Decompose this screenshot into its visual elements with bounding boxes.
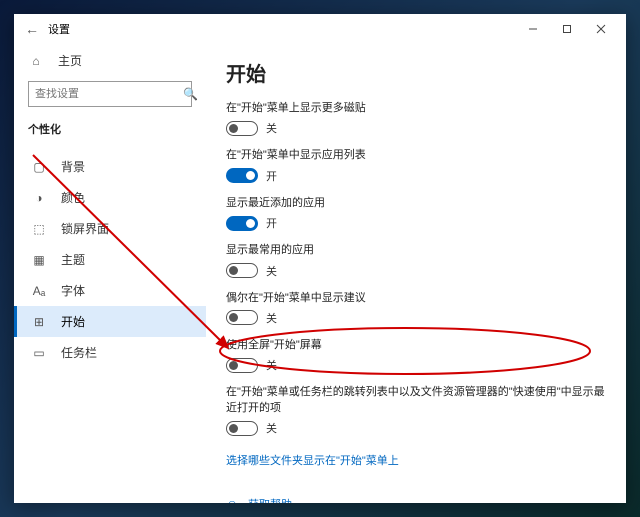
content-pane: 开始 在"开始"菜单上显示更多磁贴关在"开始"菜单中显示应用列表开显示最近添加的… [206,44,626,503]
sidebar: ⌂ 主页 🔍 个性化 ▢ 背景 ◑ 颜色 ⬚ 锁屏界面 ▦ 主题 Aₐ 字体 ⊞ 开始 ▭ 任务栏 [14,44,206,503]
sidebar-item-taskbar[interactable]: ▭ 任务栏 [14,337,206,368]
window-body: ⌂ 主页 🔍 个性化 ▢背景◑颜色⬚锁屏界面▦主题Aₐ字体⊞开始▭任务栏 开始 … [14,44,626,503]
page-title: 开始 [226,58,606,87]
toggle-switch[interactable] [226,121,258,136]
toggle-row: 开 [226,168,606,184]
sidebar-item-lockscreen[interactable]: ⬚ 锁屏界面 [14,213,206,244]
search-input[interactable] [29,88,183,100]
toggle-state-label: 开 [266,168,277,184]
toggle-switch[interactable] [226,168,258,183]
toggle-knob [246,171,255,180]
maximize-icon [562,24,572,34]
setting-item: 使用全屏"开始"屏幕关 [226,338,606,373]
setting-label: 在"开始"菜单中显示应用列表 [226,148,606,163]
setting-label: 显示最常用的应用 [226,243,606,258]
back-button[interactable]: ← [22,14,42,44]
toggle-state-label: 关 [266,310,277,326]
sidebar-item-font[interactable]: Aₐ 字体 [14,275,206,306]
setting-label: 在"开始"菜单上显示更多磁贴 [226,101,606,116]
toggle-knob [229,361,238,370]
sidebar-item-label: 开始 [61,313,85,330]
palette-icon: ◑ [31,191,47,205]
sidebar-item-theme[interactable]: ▦ 主题 [14,244,206,275]
search-box[interactable]: 🔍 [28,81,192,107]
titlebar: ← 设置 [14,14,626,44]
toggle-knob [229,266,238,275]
setting-item: 显示最近添加的应用开 [226,196,606,231]
toggle-row: 开 [226,215,606,231]
sidebar-item-label: 锁屏界面 [61,220,109,237]
close-icon [596,24,606,34]
sidebar-home[interactable]: ⌂ 主页 [14,44,206,79]
get-help-label: 获取帮助 [248,496,292,503]
sidebar-item-start[interactable]: ⊞ 开始 [14,306,206,337]
window-title: 设置 [48,21,70,37]
search-icon: 🔍 [183,87,198,101]
toggle-switch[interactable] [226,358,258,373]
sidebar-item-palette[interactable]: ◑ 颜色 [14,182,206,213]
toggle-state-label: 开 [266,215,277,231]
setting-label: 偶尔在"开始"菜单中显示建议 [226,291,606,306]
sidebar-item-picture[interactable]: ▢ 背景 [14,151,206,182]
toggle-knob [229,424,238,433]
get-help-link[interactable]: ☺ 获取帮助 [226,496,606,503]
setting-item: 在"开始"菜单或任务栏的跳转列表中以及文件资源管理器的"快速使用"中显示最近打开… [226,385,606,436]
toggle-switch[interactable] [226,310,258,325]
toggle-knob [246,219,255,228]
toggle-switch[interactable] [226,421,258,436]
sidebar-group-label: 个性化 [14,117,206,145]
font-icon: Aₐ [31,284,47,298]
setting-label: 使用全屏"开始"屏幕 [226,338,606,353]
sidebar-item-label: 字体 [61,282,85,299]
settings-list: 在"开始"菜单上显示更多磁贴关在"开始"菜单中显示应用列表开显示最近添加的应用开… [226,101,606,436]
toggle-row: 关 [226,120,606,136]
sidebar-item-label: 主题 [61,251,85,268]
toggle-row: 关 [226,263,606,279]
maximize-button[interactable] [550,14,584,44]
sidebar-item-label: 背景 [61,158,85,175]
lockscreen-icon: ⬚ [31,222,47,236]
toggle-switch[interactable] [226,263,258,278]
footer-links: ☺ 获取帮助 ✎ 提供反馈 [226,496,606,503]
theme-icon: ▦ [31,253,47,267]
start-icon: ⊞ [31,315,47,329]
home-icon: ⌂ [28,54,44,68]
setting-item: 显示最常用的应用关 [226,243,606,278]
setting-item: 偶尔在"开始"菜单中显示建议关 [226,291,606,326]
toggle-row: 关 [226,357,606,373]
setting-item: 在"开始"菜单中显示应用列表开 [226,148,606,183]
minimize-icon [528,24,538,34]
minimize-button[interactable] [516,14,550,44]
sidebar-home-label: 主页 [58,52,82,69]
toggle-switch[interactable] [226,216,258,231]
close-button[interactable] [584,14,618,44]
taskbar-icon: ▭ [31,346,47,360]
setting-item: 在"开始"菜单上显示更多磁贴关 [226,101,606,136]
toggle-state-label: 关 [266,357,277,373]
toggle-state-label: 关 [266,263,277,279]
toggle-knob [229,313,238,322]
toggle-row: 关 [226,310,606,326]
choose-folders-link[interactable]: 选择哪些文件夹显示在"开始"菜单上 [226,452,399,468]
toggle-row: 关 [226,420,606,436]
setting-label: 显示最近添加的应用 [226,196,606,211]
settings-window: ← 设置 ⌂ 主页 🔍 个性化 ▢ 背景 ◑ 颜色 ⬚ 锁屏界面 ▦ 主题 Aₐ 字体 ⊞ 开始 ▭ 任务… [14,14,626,503]
toggle-state-label: 关 [266,420,277,436]
picture-icon: ▢ [31,160,47,174]
toggle-state-label: 关 [266,120,277,136]
sidebar-item-label: 任务栏 [61,344,97,361]
setting-label: 在"开始"菜单或任务栏的跳转列表中以及文件资源管理器的"快速使用"中显示最近打开… [226,385,606,416]
help-icon: ☺ [226,497,240,503]
toggle-knob [229,124,238,133]
sidebar-nav: ▢ 背景 ◑ 颜色 ⬚ 锁屏界面 ▦ 主题 Aₐ 字体 ⊞ 开始 ▭ 任务栏 [14,151,206,368]
sidebar-item-label: 颜色 [61,189,85,206]
